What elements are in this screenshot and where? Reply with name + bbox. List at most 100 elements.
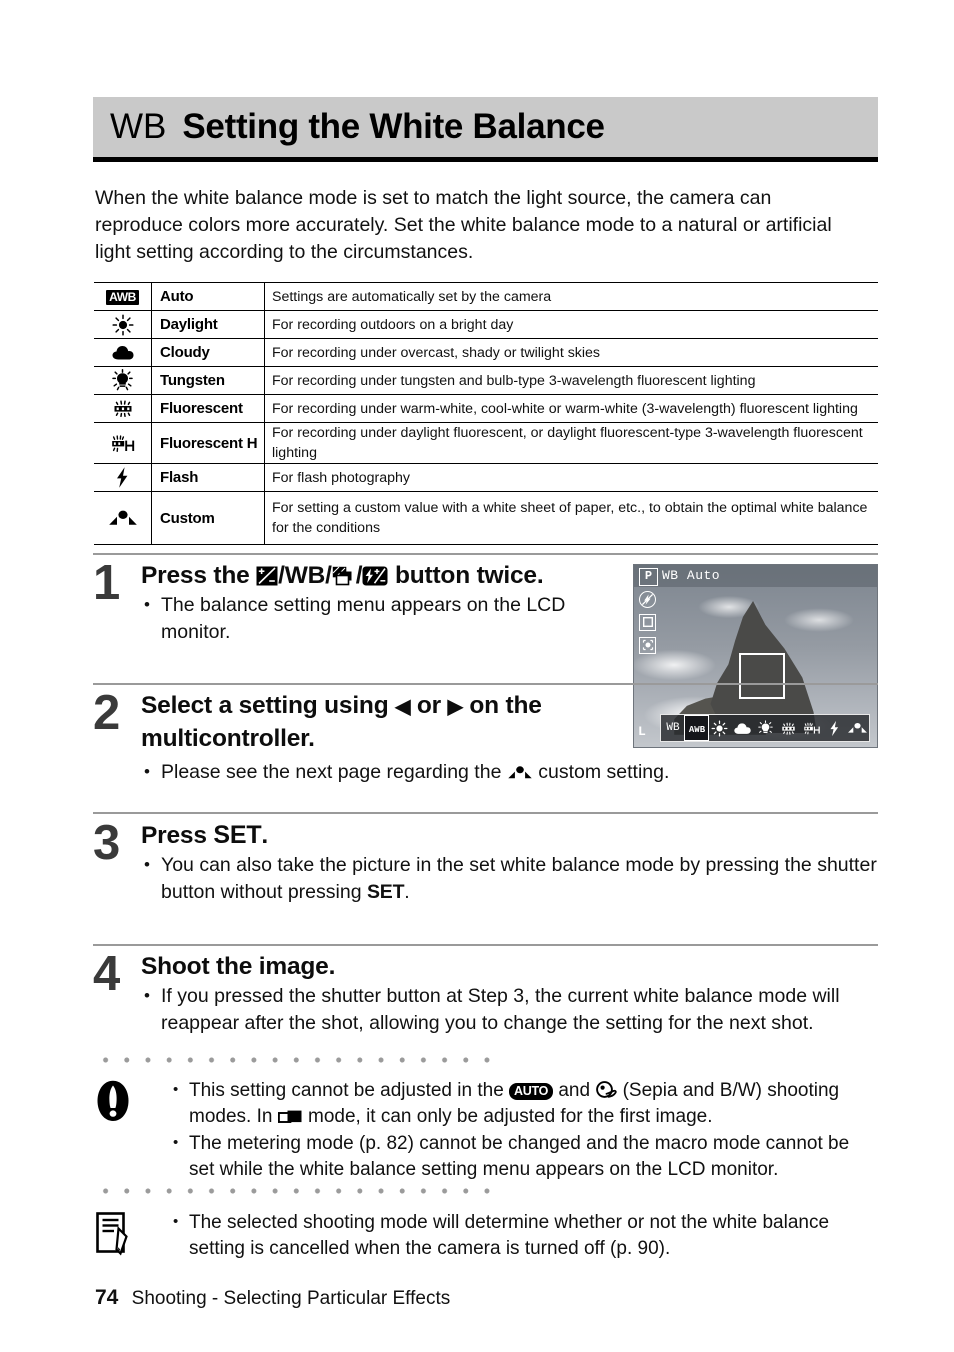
mode-description: For recording under warm-white, cool-whi… xyxy=(264,394,878,423)
white-balance-modes-table: AWB Auto Settings are automatically set … xyxy=(94,282,878,545)
caution-part-2: and xyxy=(553,1080,596,1101)
flash-off-icon xyxy=(639,591,656,608)
caution-block: This setting cannot be adjusted in the A… xyxy=(93,1077,878,1184)
step-divider-1 xyxy=(93,553,878,556)
step-divider-4 xyxy=(93,944,878,947)
note-text: The selected shooting mode will determin… xyxy=(171,1209,878,1262)
memo-pencil-icon xyxy=(96,1212,136,1256)
lcd-left-indicator-group xyxy=(639,591,656,654)
table-row: Flash For flash photography xyxy=(94,463,878,492)
lcd-monitor-illustration: P WB Auto L WB AWB xyxy=(633,564,878,748)
manual-page: WB Setting the White Balance When the wh… xyxy=(0,0,954,1352)
table-row: Fluorescent For recording under warm-whi… xyxy=(94,394,878,423)
flash-exposure-compensation-icon xyxy=(362,562,388,589)
step-divider-2 xyxy=(93,683,878,686)
table-row: AWB Auto Settings are automatically set … xyxy=(94,282,878,311)
stitch-assist-icon xyxy=(277,1106,303,1127)
flash-bolt-icon xyxy=(94,463,152,492)
step-1-bullet: The balance setting menu appears on the … xyxy=(141,591,633,646)
step-2-bullet-row: Please see the next page regarding the c… xyxy=(141,758,881,786)
mode-description: For setting a custom value with a white … xyxy=(272,500,868,536)
footer-section: Shooting - Selecting Particular Effects xyxy=(131,1288,451,1309)
cloudy-menu-icon[interactable] xyxy=(731,716,754,740)
mode-description: For recording outdoors on a bright day xyxy=(264,310,878,339)
lcd-wb-menu-bar[interactable]: WB AWB xyxy=(660,714,870,742)
step-number: 4 xyxy=(93,947,121,1001)
step-4-bullet: If you pressed the shutter button at Ste… xyxy=(141,982,878,1037)
mode-name: Custom xyxy=(151,491,265,545)
mode-name: Tungsten xyxy=(151,366,265,395)
custom-wb-inline-icon xyxy=(507,761,533,783)
step-2-bullet-part-2: custom setting. xyxy=(532,761,670,783)
step-1-sep-1: / xyxy=(278,562,285,589)
daylight-menu-icon[interactable] xyxy=(708,716,731,740)
cloudy-cloud-icon xyxy=(94,338,152,367)
mode-description: For flash photography xyxy=(264,463,878,492)
set-button-label-inline: SET xyxy=(366,881,405,903)
exclamation-icon xyxy=(96,1080,136,1124)
step-2-heading-mid: or xyxy=(410,692,448,719)
lcd-wb-status: WB Auto xyxy=(662,568,721,583)
caution-part-4: mode, it can only be adjusted for the fi… xyxy=(302,1106,713,1127)
auto-mode-icon: AUTO xyxy=(509,1083,554,1100)
awb-menu-icon[interactable]: AWB xyxy=(684,715,709,741)
wb-badge: WB xyxy=(110,107,167,146)
table-row: Fluorescent H For recording under daylig… xyxy=(94,422,878,464)
mode-name: Cloudy xyxy=(151,338,265,367)
tungsten-bulb-icon xyxy=(94,366,152,395)
step-2-heading: Select a setting using ◀ or ▶ on the mul… xyxy=(141,690,633,754)
fluorescent-menu-icon[interactable] xyxy=(777,716,800,740)
custom-wb-icon xyxy=(94,491,152,545)
page-title: Setting the White Balance xyxy=(182,107,605,146)
image-quality-icon: L xyxy=(638,724,646,739)
mode-description: Settings are automatically set by the ca… xyxy=(264,282,878,311)
fluorescent-h-menu-icon[interactable] xyxy=(800,716,823,740)
step-number: 1 xyxy=(93,556,121,610)
page-number: 74 xyxy=(95,1286,119,1309)
step-3-heading-after: . xyxy=(261,822,269,849)
step-3-heading-before: Press xyxy=(141,822,214,849)
intro-paragraph: When the white balance mode is set to ma… xyxy=(95,187,832,263)
step-2-heading-before: Select a setting using xyxy=(141,692,396,719)
mode-name: Auto xyxy=(151,282,265,311)
table-row: Custom For setting a custom value with a… xyxy=(94,491,878,545)
step-3-bullet-part-1: You can also take the picture in the set… xyxy=(161,854,877,903)
fluorescent-tube-icon xyxy=(94,394,152,423)
step-divider-3 xyxy=(93,812,878,815)
note-item: The selected shooting mode will determin… xyxy=(171,1209,878,1262)
step-4: 4 Shoot the image. If you pressed the sh… xyxy=(93,947,878,1037)
lcd-mode-badge: P xyxy=(639,568,658,586)
note-dotted-divider xyxy=(95,1188,495,1194)
left-arrow-icon: ◀ xyxy=(395,696,411,718)
image-size-icon xyxy=(639,614,656,631)
mode-description: For recording under overcast, shady or t… xyxy=(264,338,878,367)
table-row: Tungsten For recording under tungsten an… xyxy=(94,366,878,395)
af-frame xyxy=(739,653,785,699)
step-number: 2 xyxy=(93,686,121,740)
step-2-bullet: Please see the next page regarding the c… xyxy=(141,758,881,786)
tungsten-menu-icon[interactable] xyxy=(754,716,777,740)
right-arrow-icon: ▶ xyxy=(447,696,463,718)
step-1: 1 Press the /WB/ / button twice. • The b… xyxy=(93,556,633,646)
mode-name: Fluorescent H xyxy=(151,422,265,464)
step-1-heading: Press the /WB/ / button twice. xyxy=(141,560,633,591)
lcd-wb-menu-label: WB xyxy=(666,722,680,734)
exposure-compensation-icon xyxy=(256,562,278,589)
page-header-band: WB Setting the White Balance xyxy=(93,97,878,157)
caution-part-1: This setting cannot be adjusted in the xyxy=(189,1080,510,1101)
metering-mode-icon xyxy=(639,637,656,654)
step-2: 2 Select a setting using ◀ or ▶ on the m… xyxy=(93,686,633,754)
mode-name: Daylight xyxy=(151,310,265,339)
custom-menu-icon[interactable] xyxy=(846,716,869,740)
step-1-heading-before: Press the xyxy=(141,562,257,589)
flash-menu-icon[interactable] xyxy=(823,716,846,740)
step-2-bullet-part-1: Please see the next page regarding the xyxy=(161,761,507,783)
fluorescent-h-icon xyxy=(94,422,152,464)
step-3-bullet: You can also take the picture in the set… xyxy=(141,851,878,906)
header-rule xyxy=(93,157,878,162)
table-row: Daylight For recording outdoors on a bri… xyxy=(94,310,878,339)
awb-icon: AWB xyxy=(94,282,152,311)
note-block: The selected shooting mode will determin… xyxy=(93,1209,878,1263)
caution-item: The metering mode (p. 82) cannot be chan… xyxy=(171,1130,878,1183)
svg-text:AWB: AWB xyxy=(688,725,705,735)
